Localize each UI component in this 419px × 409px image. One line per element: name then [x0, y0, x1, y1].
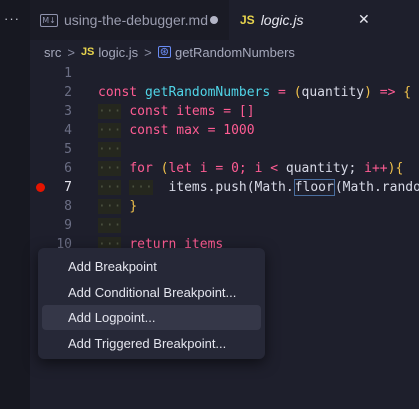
code-text[interactable]: ··· }: [98, 197, 137, 216]
markdown-icon: M↓: [40, 13, 58, 27]
close-icon[interactable]: ✕: [358, 12, 370, 28]
breadcrumb: src > JS logic.js > ⊛ getRandomNumbers: [30, 40, 419, 64]
code-line: 5 ···: [30, 140, 419, 159]
tab-label: using-the-debugger.md: [64, 12, 208, 28]
code-line: 6 ··· for (let i = 0; i < quantity; i++)…: [30, 159, 419, 178]
code-line-breakpoint: 7 ··· ··· items.push(Math.floor(Math.ran…: [30, 178, 419, 197]
line-number[interactable]: 7: [30, 178, 72, 197]
code-text[interactable]: ···: [98, 140, 122, 159]
line-number[interactable]: 2: [30, 83, 72, 102]
tab-label: logic.js: [260, 12, 304, 28]
code-text[interactable]: ··· for (let i = 0; i < quantity; i++){: [98, 159, 403, 178]
breadcrumb-folder[interactable]: src: [44, 45, 61, 60]
code-text[interactable]: ··· const items = []: [98, 102, 255, 121]
code-line: 2 const getRandomNumbers = (quantity) =>…: [30, 83, 419, 102]
line-number[interactable]: 1: [30, 64, 72, 83]
menu-item-add-conditional-breakpoint[interactable]: Add Conditional Breakpoint...: [42, 280, 261, 305]
activity-bar: ···: [0, 0, 30, 409]
chevron-right-icon: >: [144, 44, 152, 60]
symbol-method-icon: ⊛: [157, 46, 171, 58]
js-icon: JS: [80, 46, 95, 58]
tab-logic-js[interactable]: JS logic.js ✕: [229, 0, 419, 40]
menu-item-add-logpoint[interactable]: Add Logpoint...: [42, 305, 261, 330]
code-line: 9 ···: [30, 216, 419, 235]
code-text[interactable]: ··· ··· items.push(Math.floor(Math.rando…: [98, 178, 419, 197]
code-line: 4 ··· const max = 1000: [30, 121, 419, 140]
unsaved-dot-icon[interactable]: [210, 16, 218, 24]
more-icon[interactable]: ···: [4, 11, 20, 26]
line-number[interactable]: 6: [30, 159, 72, 178]
line-number[interactable]: 3: [30, 102, 72, 121]
line-number[interactable]: 8: [30, 197, 72, 216]
code-text[interactable]: const getRandomNumbers = (quantity) => {: [98, 83, 411, 102]
breadcrumb-file[interactable]: logic.js: [98, 45, 138, 60]
breakpoint-context-menu: Add Breakpoint Add Conditional Breakpoin…: [38, 248, 265, 359]
js-icon: JS: [240, 13, 255, 27]
line-number[interactable]: 5: [30, 140, 72, 159]
chevron-right-icon: >: [67, 44, 75, 60]
line-number[interactable]: 4: [30, 121, 72, 140]
menu-item-add-triggered-breakpoint[interactable]: Add Triggered Breakpoint...: [42, 331, 261, 356]
code-line: 1: [30, 64, 419, 83]
code-text[interactable]: ··· const max = 1000: [98, 121, 255, 140]
breadcrumb-symbol[interactable]: getRandomNumbers: [175, 45, 295, 60]
menu-item-add-breakpoint[interactable]: Add Breakpoint: [42, 254, 261, 279]
code-line: 3 ··· const items = []: [30, 102, 419, 121]
tab-bar: M↓ using-the-debugger.md JS logic.js ✕: [30, 0, 419, 40]
code-text[interactable]: ···: [98, 216, 122, 235]
line-number[interactable]: 9: [30, 216, 72, 235]
tab-using-the-debugger[interactable]: M↓ using-the-debugger.md: [30, 0, 229, 40]
code-line: 8 ··· }: [30, 197, 419, 216]
